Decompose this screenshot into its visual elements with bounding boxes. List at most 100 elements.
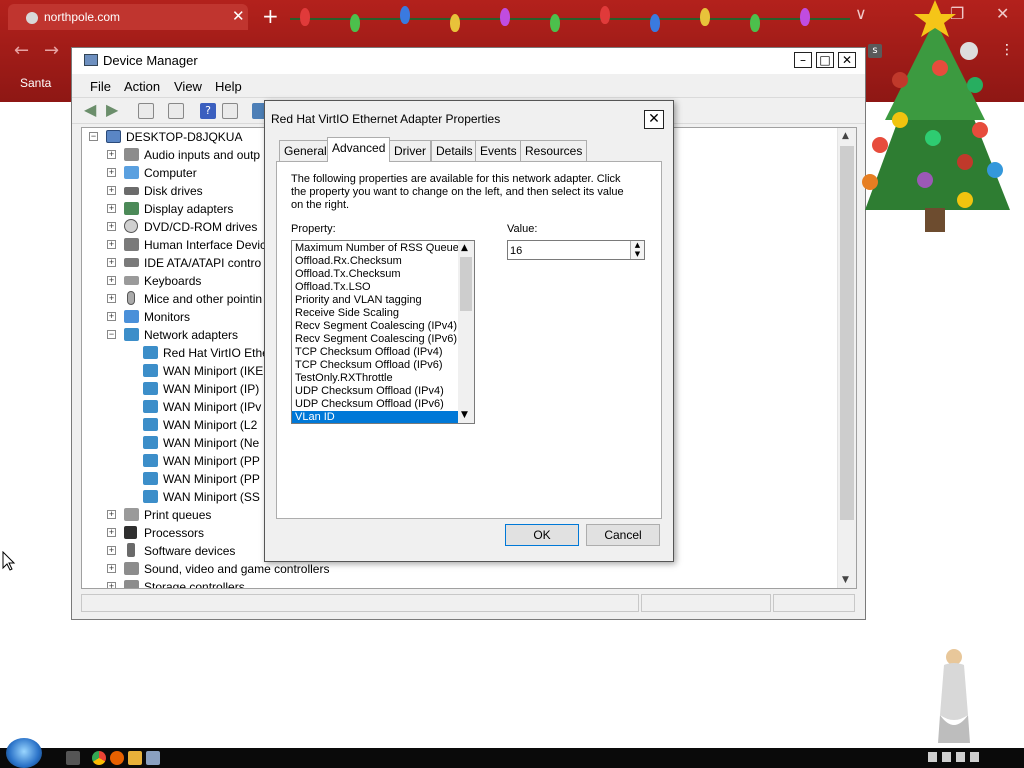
device-manager-taskbar-icon[interactable] [146,751,160,765]
chrome-icon[interactable] [92,751,106,765]
tree-category[interactable]: + Sound, video and game controllers [104,560,404,578]
expand-icon[interactable]: + [107,546,116,555]
computer-icon [124,166,139,179]
properties-icon[interactable] [138,103,154,119]
property-item[interactable]: Receive Side Scaling [292,307,458,320]
property-item[interactable]: Maximum Number of RSS Queues [292,242,464,255]
menu-file[interactable]: File [90,79,111,94]
category-label: Sound, video and game controllers [144,562,330,576]
tree-category[interactable]: + Storage controllers [104,578,404,589]
new-tab-button[interactable]: + [262,4,279,28]
minimize-button[interactable]: – [794,52,812,68]
property-list[interactable]: Maximum Number of RSS Queues Offload.Rx.… [291,240,475,424]
tab-general[interactable]: General [279,140,332,161]
tab-close-icon[interactable]: ✕ [232,7,245,25]
expand-icon[interactable]: + [107,312,116,321]
expand-icon[interactable]: + [107,186,116,195]
property-item[interactable]: Recv Segment Coalescing (IPv6) [292,333,458,346]
property-item[interactable]: TCP Checksum Offload (IPv4) [292,346,458,359]
tab-advanced[interactable]: Advanced [327,137,391,162]
property-item[interactable]: UDP Checksum Offload (IPv4) [292,385,458,398]
category-label: Monitors [144,310,191,324]
light-bulb-icon [500,8,510,26]
scroll-thumb[interactable] [460,257,472,311]
forward-arrow-icon[interactable]: → [44,40,59,61]
forward-icon[interactable]: ▶ [106,102,122,119]
scroll-down-icon[interactable]: ▼ [842,575,849,585]
firefox-icon[interactable] [110,751,124,765]
property-item[interactable]: TestOnly.RXThrottle [292,372,458,385]
expand-icon[interactable]: + [107,168,116,177]
menu-help[interactable]: Help [215,79,242,94]
tray-icon[interactable] [928,752,937,762]
tray-icon[interactable] [956,752,965,762]
category-label: Mice and other pointin [144,292,263,306]
menu-view[interactable]: View [174,79,202,94]
expand-icon[interactable]: + [107,294,116,303]
property-item-selected[interactable]: VLan ID [292,411,458,423]
light-bulb-icon [450,14,460,32]
expand-icon[interactable]: + [107,582,116,588]
expand-icon[interactable]: + [107,528,116,537]
tray-icon[interactable] [970,752,979,762]
help-icon[interactable]: ? [200,103,216,119]
tab-events[interactable]: Events [475,140,522,161]
light-bulb-icon [550,14,560,32]
scroll-down-icon[interactable]: ▼ [461,410,468,420]
task-view-icon[interactable] [66,751,80,765]
file-explorer-icon[interactable] [128,751,142,765]
collapse-icon[interactable]: − [89,132,98,141]
disk-drive-icon [124,187,139,195]
collapse-icon[interactable]: − [107,330,116,339]
property-item[interactable]: Offload.Rx.Checksum [292,255,458,268]
scroll-up-icon[interactable]: ▲ [461,243,468,253]
speaker-icon [124,148,139,161]
ok-button[interactable]: OK [505,524,579,546]
ide-icon [124,258,139,267]
property-item[interactable]: Priority and VLAN tagging [292,294,458,307]
cancel-button[interactable]: Cancel [586,524,660,546]
display-adapter-icon [124,202,139,215]
back-arrow-icon[interactable]: ← [14,40,29,61]
expand-icon[interactable]: + [107,564,116,573]
back-icon[interactable]: ◀ [84,102,100,119]
root-label: DESKTOP-D8JQKUA [126,130,243,144]
expand-icon[interactable]: + [107,240,116,249]
property-item[interactable]: Offload.Tx.Checksum [292,268,458,281]
value-label: Value: [507,223,538,235]
maximize-button[interactable]: □ [816,52,834,68]
browser-tab[interactable]: northpole.com ✕ [8,4,248,30]
speaker-icon [124,562,139,575]
expand-icon[interactable]: + [107,276,116,285]
property-item[interactable]: UDP Checksum Offload (IPv6) [292,398,458,411]
menu-action[interactable]: Action [124,79,160,94]
storage-icon [124,580,139,588]
expand-icon[interactable]: + [107,204,116,213]
property-item[interactable]: Offload.Tx.LSO [292,281,458,294]
property-list-scrollbar[interactable]: ▲ ▼ [458,241,474,423]
tab-driver[interactable]: Driver [389,140,431,161]
tab-details[interactable]: Details [431,140,478,161]
tab-resources[interactable]: Resources [520,140,588,161]
device-manager-icon [84,54,98,66]
start-button[interactable] [6,738,42,768]
expand-icon[interactable]: + [107,150,116,159]
network-adapter-icon [143,346,158,359]
property-item[interactable]: Recv Segment Coalescing (IPv4) [292,320,458,333]
spin-up-icon[interactable]: ▲ [630,241,644,250]
property-item[interactable]: TCP Checksum Offload (IPv6) [292,359,458,372]
details-icon[interactable] [222,103,238,119]
network-adapter-icon [143,400,158,413]
expand-icon[interactable]: + [107,510,116,519]
spin-down-icon[interactable]: ▼ [630,250,644,259]
value-input[interactable] [510,243,628,258]
property-label: Property: [291,223,336,235]
tray-icon[interactable] [942,752,951,762]
value-spinbox[interactable]: ▲ ▼ [507,240,645,260]
expand-icon[interactable]: + [107,222,116,231]
dialog-close-button[interactable]: ✕ [644,110,664,129]
expand-icon[interactable]: + [107,258,116,267]
category-label: Storage controllers [144,580,245,589]
bookmark-santa[interactable]: Santa [20,76,51,90]
list-view-icon[interactable] [168,103,184,119]
